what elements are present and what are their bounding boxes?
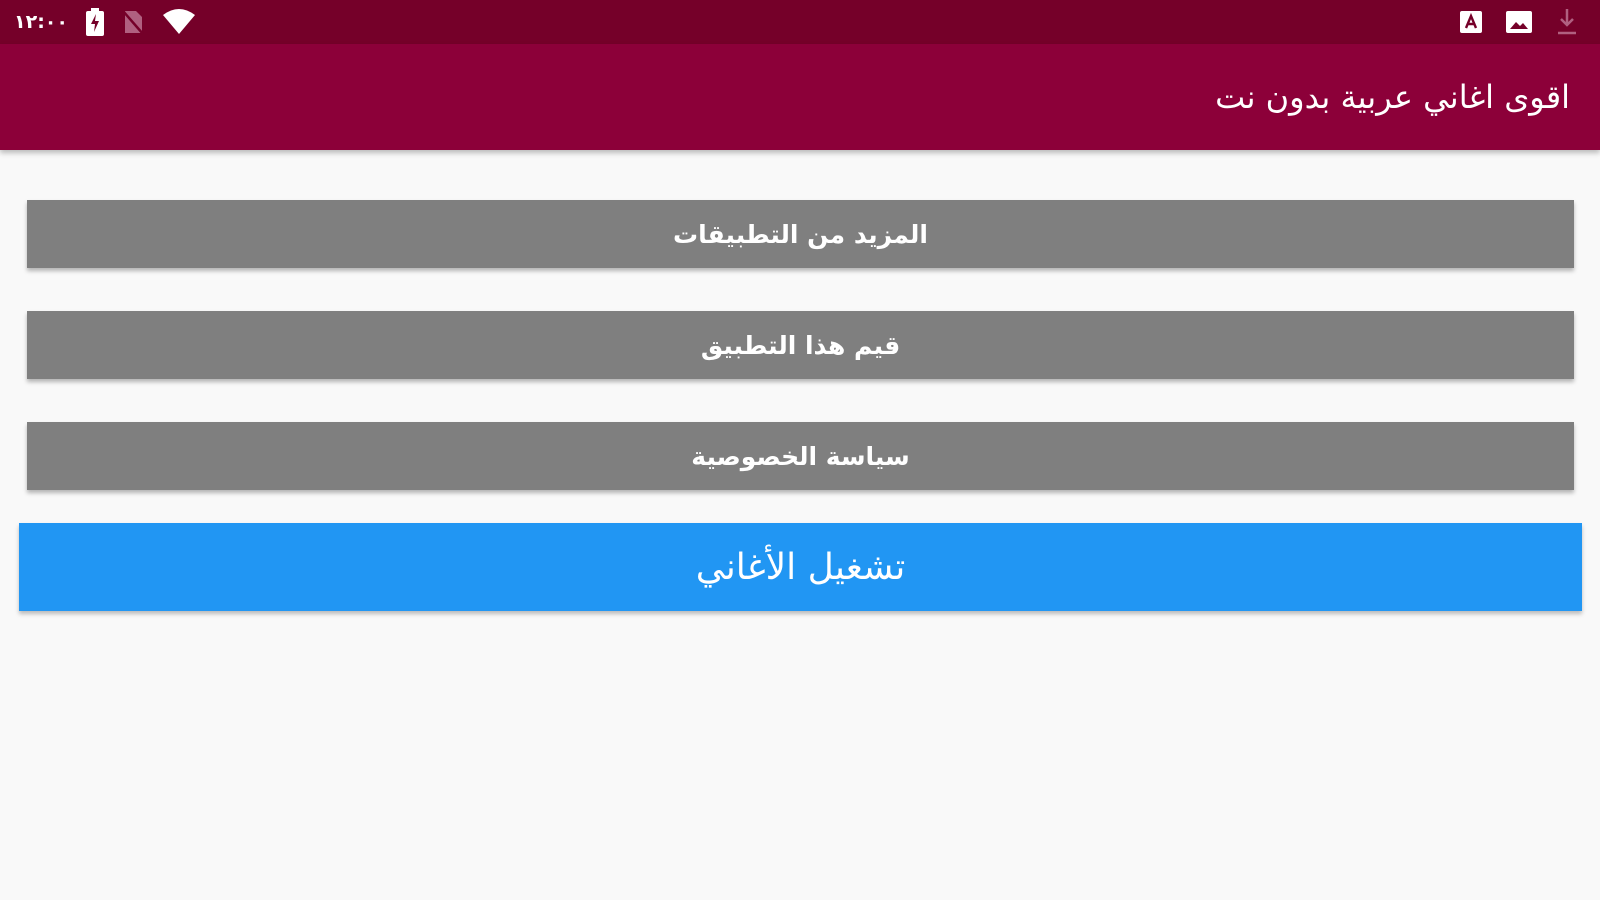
more-apps-button[interactable]: المزيد من التطبيقات xyxy=(27,200,1574,268)
wifi-icon xyxy=(162,9,196,35)
app-title: اقوى اغاني عربية بدون نت xyxy=(1215,78,1570,116)
rate-app-button[interactable]: قيم هذا التطبيق xyxy=(27,311,1574,379)
status-bar: ١٢:٠٠ xyxy=(0,0,1600,44)
image-icon xyxy=(1506,11,1532,33)
font-a-icon xyxy=(1460,11,1482,33)
app-bar: اقوى اغاني عربية بدون نت xyxy=(0,44,1600,150)
no-sim-icon xyxy=(122,9,144,35)
status-time: ١٢:٠٠ xyxy=(14,11,69,33)
battery-icon xyxy=(86,8,104,36)
privacy-policy-button[interactable]: سياسة الخصوصية xyxy=(27,422,1574,490)
status-right xyxy=(1460,0,1578,44)
play-songs-button[interactable]: تشغيل الأغاني xyxy=(19,523,1582,611)
status-left: ١٢:٠٠ xyxy=(14,0,196,44)
download-icon xyxy=(1556,7,1578,37)
